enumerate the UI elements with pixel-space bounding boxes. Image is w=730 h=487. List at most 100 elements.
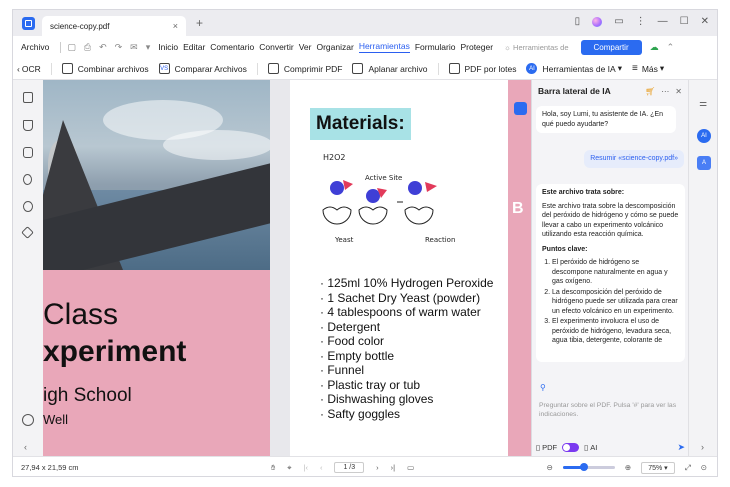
zoom-slider-knob[interactable] [579,463,588,471]
prompt-suggestion-icon[interactable]: ⚲ [540,383,546,392]
previous-page-icon[interactable]: ‹ [320,463,323,472]
ai-sidebar-title: Barra lateral de IA [538,86,611,96]
properties-icon[interactable]: ⚌ [699,98,707,109]
menu-comentario[interactable]: Comentario [210,42,254,52]
more-icon: ≡ [632,63,638,74]
document-tab[interactable]: science-copy.pdf × [42,16,186,36]
next-page-icon[interactable]: › [376,463,379,472]
layers-icon[interactable] [21,226,34,239]
menu-ver[interactable]: Ver [299,42,312,52]
close-panel-icon[interactable]: ✕ [675,87,682,96]
menu-inicio[interactable]: Inicio [158,42,178,52]
toolbar-divider [50,62,52,75]
diagram-label-reaction: Reaction [425,236,455,244]
ai-translate-icon[interactable]: A [697,156,711,170]
bookmark-icon[interactable] [23,120,33,131]
floating-ai-button[interactable] [514,102,527,115]
menu-formulario[interactable]: Formulario [415,42,456,52]
first-page-icon[interactable]: |‹ [304,463,308,472]
batch-pdf-button[interactable]: PDF por lotes [448,63,516,74]
collapse-sidebar-icon[interactable]: ‹ [24,442,27,452]
help-icon[interactable] [22,414,34,426]
list-item: Safty goggles [320,407,493,422]
photo-cloud [163,130,270,160]
settings-icon[interactable]: ⊙ [701,463,707,472]
zoom-level-select[interactable]: 75% ▾ [641,461,675,474]
more-tools-button[interactable]: ≡ Más ▾ [632,63,664,74]
page3-letter: B [512,200,524,217]
cart-icon[interactable]: 🛒︎ [645,87,655,96]
diagram-molecule [366,189,380,203]
redo-icon[interactable]: ↷ [115,42,123,53]
window-controls: ▯ ▭ ⋮ — ☐ ✕ [575,16,709,27]
save-icon[interactable]: ▢ [67,42,76,53]
zoom-slider[interactable] [562,463,615,471]
zoom-in-icon[interactable]: ⊕ [625,463,631,472]
new-tab-button[interactable]: + [196,16,203,30]
close-tab-icon[interactable]: × [173,21,178,31]
close-window-button[interactable]: ✕ [701,16,709,27]
attachment-icon[interactable] [23,174,32,185]
diagram-enzyme [404,206,434,225]
pdf-page-3: B [508,80,531,456]
summary-heading: Este archivo trata sobre: [542,189,625,196]
menu-proteger[interactable]: Proteger [460,42,493,52]
more-options-icon[interactable]: ⋯ [661,87,669,96]
last-page-icon[interactable]: ›| [391,463,395,472]
ai-sidebar-actions: 🛒︎ ⋯ ✕ [645,87,682,96]
ai-tools-button[interactable]: AI Herramientas de IA ▾ [526,63,622,74]
minimize-button[interactable]: — [658,16,668,27]
share-button[interactable]: Compartir [580,39,642,55]
menu-organizar[interactable]: Organizar [316,42,353,52]
diagram-molecule [425,182,437,192]
cloud-sync-icon[interactable]: ☁ [650,42,659,53]
ai-mode-label[interactable]: AI [590,443,597,452]
menu-convertir[interactable]: Convertir [259,42,293,52]
chevron-down-icon: ▾ [617,63,622,73]
fullscreen-icon[interactable]: ⤢ [685,463,691,473]
more-options-icon[interactable]: ⋮ [636,16,646,27]
hand-tool-icon[interactable]: ✋︎ [271,463,275,473]
key-points-list: El peróxido de hidrógeno se descompone n… [542,258,679,346]
combine-files-button[interactable]: Combinar archivos [61,63,149,74]
send-icon[interactable]: ➤ [677,442,685,453]
page-number-input[interactable]: 1 /3 [334,462,365,473]
page-thumbnails-icon[interactable] [23,92,33,103]
ai-icon: AI [526,63,538,74]
menu-bar: Archivo ▢ ⎙ ↶ ↷ ✉ ▾ Inicio Editar Coment… [13,36,717,58]
mail-icon[interactable]: ✉ [130,42,138,53]
compress-pdf-button[interactable]: Comprimir PDF [267,63,342,74]
fit-page-icon[interactable]: ▭ [407,463,414,472]
expand-panel-icon[interactable]: › [701,442,704,452]
ai-chat-input[interactable]: Preguntar sobre el PDF. Pulsa '#' para v… [536,398,685,432]
menu-archivo[interactable]: Archivo [21,42,49,52]
compare-files-button[interactable]: VS Comparar Archivos [158,63,247,74]
enzyme-diagram: H2O2 Active Site Yeast Reaction [322,153,455,244]
device-icon[interactable]: ▯ [575,16,581,27]
print-icon[interactable]: ⎙ [84,42,91,53]
menu-divider [60,41,62,53]
flatten-file-button[interactable]: Aplanar archivo [352,63,428,74]
quick-access-dropdown-icon[interactable]: ▾ [146,42,151,53]
comment-icon[interactable] [23,147,33,158]
list-item: 1 Sachet Dry Yeast (powder) [320,291,493,306]
search-icon[interactable] [23,201,33,212]
document-viewer[interactable]: Class xperiment igh School Well Material… [43,80,531,456]
maximize-button[interactable]: ☐ [680,16,689,27]
menu-herramientas[interactable]: Herramientas [358,41,410,53]
diagram-molecule [408,181,422,195]
tool-search-input[interactable]: ☼ Herramientas de [504,43,568,52]
menu-editar[interactable]: Editar [183,42,205,52]
collapse-ribbon-icon[interactable]: ⌃ [667,42,675,53]
pdf-mode-label[interactable]: PDF [542,443,557,452]
ocr-button[interactable]: ‹ OCR [17,64,41,74]
scroll-left-icon[interactable]: ‹ [17,64,20,74]
message-icon[interactable]: ▭ [614,16,623,27]
zoom-out-icon[interactable]: ⊖ [547,463,553,472]
ai-assistant-icon[interactable]: AI [697,129,711,143]
diagram-molecule [330,181,344,195]
mode-toggle[interactable] [562,443,580,452]
select-tool-icon[interactable]: ⌖ [287,463,291,473]
lumi-avatar-icon[interactable] [592,16,603,27]
undo-icon[interactable]: ↶ [99,42,107,53]
